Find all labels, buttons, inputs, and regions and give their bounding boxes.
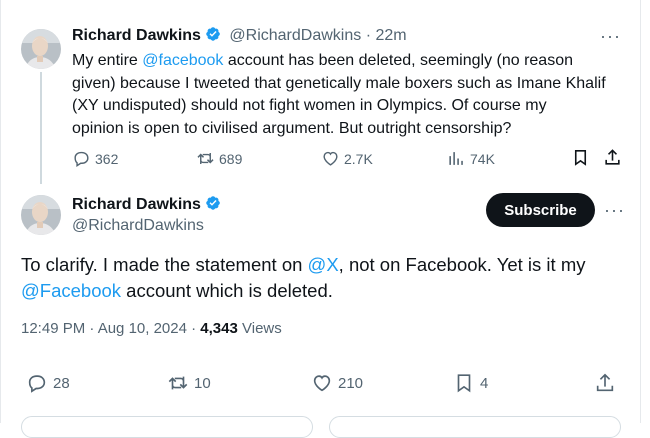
- views-count: 4,343: [200, 320, 238, 337]
- avatar[interactable]: [21, 195, 61, 235]
- repost-icon: [168, 376, 188, 390]
- post-time[interactable]: 22m: [375, 27, 406, 44]
- reply-count: 28: [53, 374, 70, 392]
- author-handle[interactable]: @RichardDawkins: [72, 217, 221, 235]
- share-icon: [596, 373, 614, 392]
- like-count: 2.7K: [344, 150, 373, 167]
- like-icon: [313, 375, 331, 392]
- text-segment: To clarify. I made the statement on: [21, 254, 308, 275]
- views-count: 74K: [470, 150, 495, 167]
- repost-count: 689: [219, 150, 243, 167]
- tweet1-header: Richard Dawkins @RichardDawkins · 22m: [72, 26, 407, 45]
- text-segment: , not on Facebook. Yet is it my: [338, 254, 586, 275]
- like-button[interactable]: 2.7K: [321, 149, 373, 168]
- author-handle[interactable]: @RichardDawkins: [229, 27, 361, 44]
- text-segment: My entire: [72, 52, 143, 69]
- reply-option-card[interactable]: [21, 416, 313, 438]
- mention-link[interactable]: @Facebook: [21, 280, 121, 301]
- share-button[interactable]: [594, 372, 621, 394]
- bookmark-button[interactable]: 4: [453, 372, 488, 394]
- reply-button[interactable]: 28: [26, 372, 70, 394]
- mention-link[interactable]: @X: [308, 254, 339, 275]
- share-icon: [605, 149, 620, 165]
- text-line: @Facebook account which is deleted.: [21, 278, 585, 304]
- tweet2-author: Richard Dawkins @RichardDawkins: [72, 195, 221, 235]
- views-label: Views: [242, 320, 282, 337]
- tweet2-meta: 12:49 PM · Aug 10, 2024 · 4,343 Views: [21, 320, 282, 337]
- reply-icon: [74, 151, 89, 167]
- text-line: My entire @facebook account has been del…: [72, 50, 606, 73]
- views-icon: [449, 152, 463, 165]
- reply-icon: [28, 375, 46, 393]
- share-button[interactable]: [603, 148, 626, 167]
- text-line: opinion is open to civilised argument. B…: [72, 119, 512, 137]
- frame-border-left: [0, 0, 1, 423]
- like-count: 210: [338, 374, 364, 392]
- thread-line: [40, 72, 42, 184]
- bookmark-icon: [574, 149, 587, 166]
- author-name[interactable]: Richard Dawkins: [72, 27, 201, 44]
- more-icon[interactable]: ···: [600, 26, 621, 47]
- bookmark-button[interactable]: [571, 148, 594, 167]
- repost-button[interactable]: 689: [196, 149, 242, 168]
- like-button[interactable]: 210: [311, 372, 363, 394]
- more-icon[interactable]: ···: [604, 200, 625, 221]
- frame-border-right: [640, 0, 641, 423]
- text-segment: account which is deleted.: [121, 280, 333, 301]
- tweet2-text: To clarify. I made the statement on @X, …: [21, 252, 585, 304]
- verified-badge-icon: [205, 26, 221, 42]
- author-name[interactable]: Richard Dawkins: [72, 196, 201, 213]
- separator: ·: [365, 27, 372, 44]
- bookmark-icon: [457, 374, 471, 393]
- subscribe-button[interactable]: Subscribe: [486, 193, 595, 227]
- reply-option-card[interactable]: [329, 416, 621, 438]
- avatar[interactable]: [21, 29, 61, 69]
- verified-badge-icon: [205, 195, 221, 211]
- bookmark-count: 4: [480, 374, 489, 392]
- text-line: To clarify. I made the statement on @X, …: [21, 252, 585, 278]
- repost-button[interactable]: 10: [167, 372, 211, 394]
- reply-count: 362: [95, 150, 119, 167]
- repost-count: 10: [194, 374, 211, 392]
- mention-link[interactable]: @facebook: [142, 52, 223, 69]
- tweet1-text: My entire @facebook account has been del…: [72, 50, 606, 140]
- views-button[interactable]: 74K: [447, 149, 495, 168]
- like-icon: [323, 151, 338, 166]
- reply-button[interactable]: 362: [72, 149, 118, 168]
- post-timestamp[interactable]: 12:49 PM · Aug 10, 2024 ·: [21, 320, 196, 337]
- text-segment: account has been deleted, seemingly (no …: [223, 52, 573, 69]
- text-line: given) because I tweeted that geneticall…: [72, 74, 606, 92]
- repost-icon: [197, 152, 214, 165]
- text-line: (XY undisputed) should not fight women i…: [72, 97, 547, 114]
